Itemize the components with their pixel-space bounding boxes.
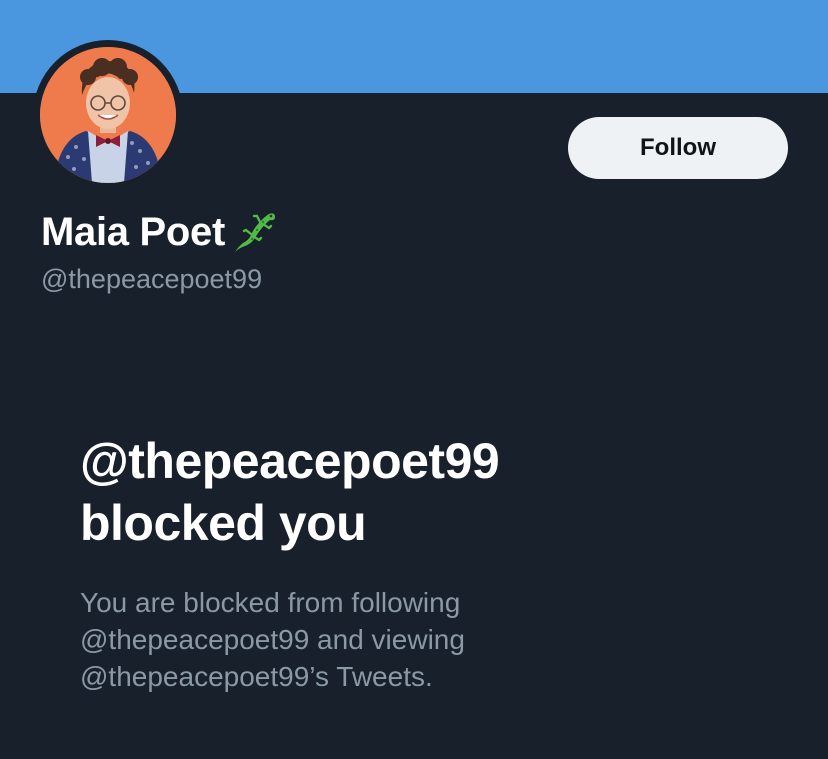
blocked-description-line1: You are blocked from following — [80, 587, 461, 618]
lizard-icon — [229, 208, 281, 256]
profile-photo-icon — [40, 47, 176, 183]
blocked-heading-line2: blocked you — [80, 495, 367, 551]
display-name-row: Maia Poet — [41, 204, 281, 260]
avatar[interactable] — [40, 47, 176, 183]
blocked-description-line3: @thepeacepoet99’s Tweets. — [80, 661, 433, 692]
blocked-description-line2: @thepeacepoet99 and viewing — [80, 624, 465, 655]
profile-handle: @thepeacepoet99 — [41, 264, 263, 294]
follow-button[interactable]: Follow — [568, 117, 788, 179]
profile-page: Follow Maia Poet @thepeacepoet99 @thepea… — [0, 0, 828, 759]
blocked-heading: @thepeacepoet99 blocked you — [80, 430, 780, 554]
blocked-heading-line1: @thepeacepoet99 — [80, 433, 500, 489]
blocked-description: You are blocked from following @thepeace… — [80, 584, 600, 695]
display-name: Maia Poet — [41, 209, 226, 254]
